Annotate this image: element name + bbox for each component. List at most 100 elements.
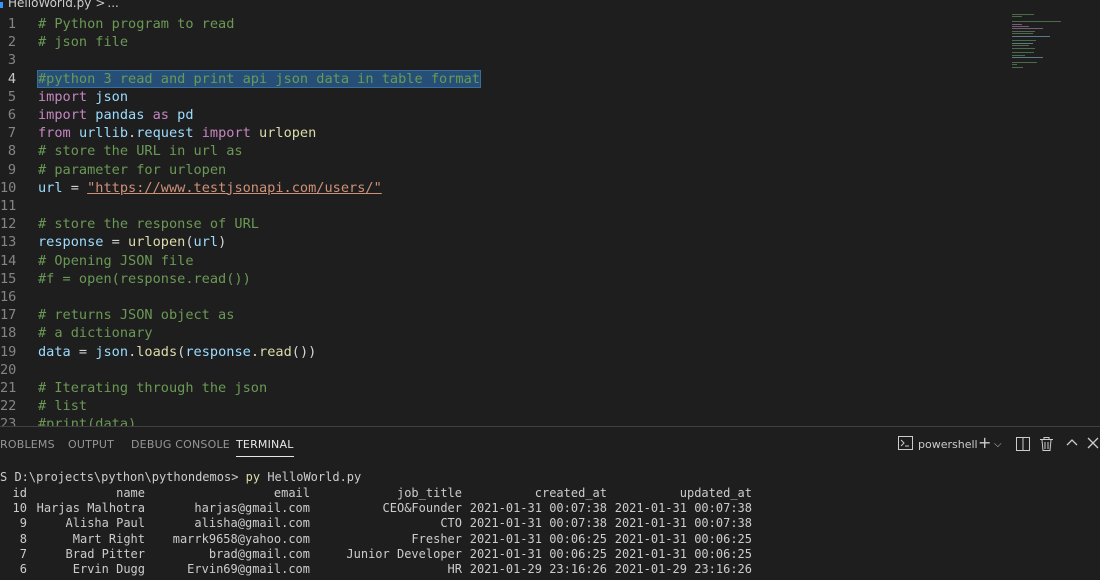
tab-terminal[interactable]: TERMINAL bbox=[236, 438, 294, 457]
code-text[interactable]: import json bbox=[38, 88, 128, 106]
code-text[interactable]: #python 3 read and print api json data i… bbox=[37, 69, 481, 88]
code-token: read bbox=[259, 343, 292, 360]
code-line[interactable]: 11 bbox=[0, 197, 1100, 215]
code-text[interactable]: # Opening JSON file bbox=[38, 252, 194, 270]
code-line[interactable]: 18 # a dictionary bbox=[0, 324, 1100, 342]
code-token: ) bbox=[218, 234, 227, 251]
line-number: 19 bbox=[0, 343, 17, 360]
terminal-icon bbox=[898, 436, 913, 455]
table-cell: 10 bbox=[12, 501, 27, 515]
minimap-line bbox=[1012, 35, 1050, 37]
code-token: url bbox=[193, 234, 219, 251]
code-text[interactable]: import pandas as pd bbox=[38, 106, 194, 124]
code-token: # store the URL in url as bbox=[38, 143, 243, 160]
line-number: 9 bbox=[7, 161, 16, 178]
code-line[interactable]: 3 bbox=[0, 51, 1100, 69]
tab-output[interactable]: OUTPUT bbox=[68, 438, 114, 451]
code-text[interactable]: #print(data) bbox=[38, 415, 136, 426]
code-line[interactable]: 6 import pandas as pd bbox=[0, 106, 1100, 124]
table-cell: alisha@gmail.com bbox=[194, 516, 310, 531]
close-icon[interactable] bbox=[1087, 436, 1099, 454]
code-text[interactable]: data = json.loads(response.read()) bbox=[38, 343, 316, 361]
code-line[interactable]: 7 from urllib.request import urlopen bbox=[0, 124, 1100, 142]
code-editor[interactable]: 1 # Python program to read 2 # json file 3 4 #… bbox=[0, 14, 1100, 426]
code-text[interactable]: # json file bbox=[38, 33, 128, 51]
minimap-line bbox=[1012, 23, 1022, 25]
code-line[interactable]: 12 # store the response of URL bbox=[0, 215, 1100, 233]
code-line[interactable]: 22 # list bbox=[0, 397, 1100, 415]
code-token: # json file bbox=[38, 34, 129, 51]
line-number: 1 bbox=[7, 16, 16, 32]
split-terminal-icon[interactable] bbox=[1016, 437, 1030, 456]
code-line[interactable]: 1 # Python program to read bbox=[0, 15, 1100, 33]
line-number: 15 bbox=[0, 270, 17, 287]
trash-icon[interactable] bbox=[1040, 437, 1053, 456]
code-line[interactable]: 9 # parameter for urlopen bbox=[0, 161, 1100, 179]
code-line[interactable]: 16 bbox=[0, 288, 1100, 306]
table-cell: 2021-01-31 00:06:25 bbox=[614, 546, 752, 561]
code-text[interactable]: url = "https://www.testjsonapi.com/users… bbox=[38, 179, 382, 197]
code-line[interactable]: 19 data = json.loads(response.read()) bbox=[0, 343, 1100, 361]
table-cell: id bbox=[12, 485, 27, 500]
code-token: import bbox=[201, 125, 251, 142]
table-cell: email bbox=[273, 485, 310, 500]
code-line[interactable]: 14 # Opening JSON file bbox=[0, 252, 1100, 270]
code-token: urlopen bbox=[259, 125, 317, 142]
table-cell: 6 bbox=[19, 562, 27, 577]
chevron-up-icon[interactable] bbox=[1066, 436, 1078, 454]
line-number: 6 bbox=[7, 107, 16, 123]
code-text[interactable]: # list bbox=[38, 397, 87, 415]
line-number: 10 bbox=[0, 179, 17, 196]
tab-problems[interactable]: ROBLEMS bbox=[0, 438, 55, 451]
table-cell: 2021-01-31 00:06:25 bbox=[469, 531, 607, 546]
terminal-command-exe: py bbox=[245, 470, 261, 484]
code-line[interactable]: 20 bbox=[0, 361, 1100, 379]
code-text[interactable]: # parameter for urlopen bbox=[38, 161, 226, 179]
code-line[interactable]: 13 response = urlopen(url) bbox=[0, 233, 1100, 251]
minimap-line bbox=[1012, 66, 1023, 68]
code-line[interactable]: 8 # store the URL in url as bbox=[0, 142, 1100, 160]
code-text[interactable]: # Iterating through the json bbox=[38, 379, 267, 397]
code-text[interactable]: # Python program to read bbox=[38, 15, 234, 33]
code-line[interactable]: 21 # Iterating through the json bbox=[0, 379, 1100, 397]
code-text[interactable]: response = urlopen(url) bbox=[38, 233, 226, 251]
chevron-down-icon[interactable]: ⌵ bbox=[994, 436, 1002, 454]
breadcrumb-file[interactable]: HelloWorld.py bbox=[8, 0, 91, 10]
code-text[interactable]: # store the response of URL bbox=[38, 215, 259, 233]
code-line[interactable]: 4 #python 3 read and print api json data … bbox=[0, 69, 1100, 88]
minimap-line bbox=[1012, 45, 1030, 47]
table-cell: 2021-01-31 00:07:38 bbox=[469, 501, 607, 515]
code-text[interactable]: # returns JSON object as bbox=[38, 306, 234, 324]
minimap-line bbox=[1012, 52, 1034, 54]
code-token: from bbox=[38, 125, 71, 142]
terminal-prompt: S D:\projects\python\pythondemos> bbox=[0, 470, 246, 484]
code-line[interactable]: 10 url = "https://www.testjsonapi.com/use… bbox=[0, 179, 1100, 197]
line-number: 3 bbox=[7, 52, 16, 69]
table-cell: 2021-01-31 00:07:38 bbox=[614, 516, 752, 531]
code-text[interactable]: # a dictionary bbox=[38, 324, 153, 342]
code-token: request bbox=[136, 125, 194, 142]
table-cell: brad@gmail.com bbox=[208, 546, 310, 561]
minimap-line bbox=[1012, 64, 1018, 66]
code-line[interactable]: 23 #print(data) bbox=[0, 415, 1100, 426]
code-line[interactable]: 17 # returns JSON object as bbox=[0, 306, 1100, 324]
table-cell: Junior Developer bbox=[346, 546, 462, 561]
shell-name[interactable]: powershell bbox=[918, 436, 978, 454]
line-number: 23 bbox=[0, 416, 17, 426]
code-line[interactable]: 5 import json bbox=[0, 88, 1100, 106]
code-token: urlopen bbox=[128, 234, 186, 251]
table-cell: 2021-01-29 23:16:26 bbox=[469, 562, 607, 577]
minimap[interactable] bbox=[1010, 14, 1090, 74]
tab-debug-console[interactable]: DEBUG CONSOLE bbox=[131, 438, 230, 451]
code-line[interactable]: 2 # json file bbox=[0, 33, 1100, 51]
code-text[interactable]: # store the URL in url as bbox=[38, 142, 243, 160]
table-cell: 2021-01-31 00:06:25 bbox=[614, 531, 752, 546]
new-terminal-plus-icon[interactable]: + bbox=[978, 434, 991, 452]
code-text[interactable]: #f = open(response.read()) bbox=[38, 270, 251, 288]
code-text[interactable]: from urllib.request import urlopen bbox=[38, 124, 316, 142]
code-line[interactable]: 15 #f = open(response.read()) bbox=[0, 270, 1100, 288]
table-cell: Harjas Malhotra bbox=[36, 501, 145, 515]
breadcrumb-rest[interactable]: ... bbox=[107, 0, 118, 10]
table-cell: marrk9658@yahoo.com bbox=[172, 531, 310, 546]
